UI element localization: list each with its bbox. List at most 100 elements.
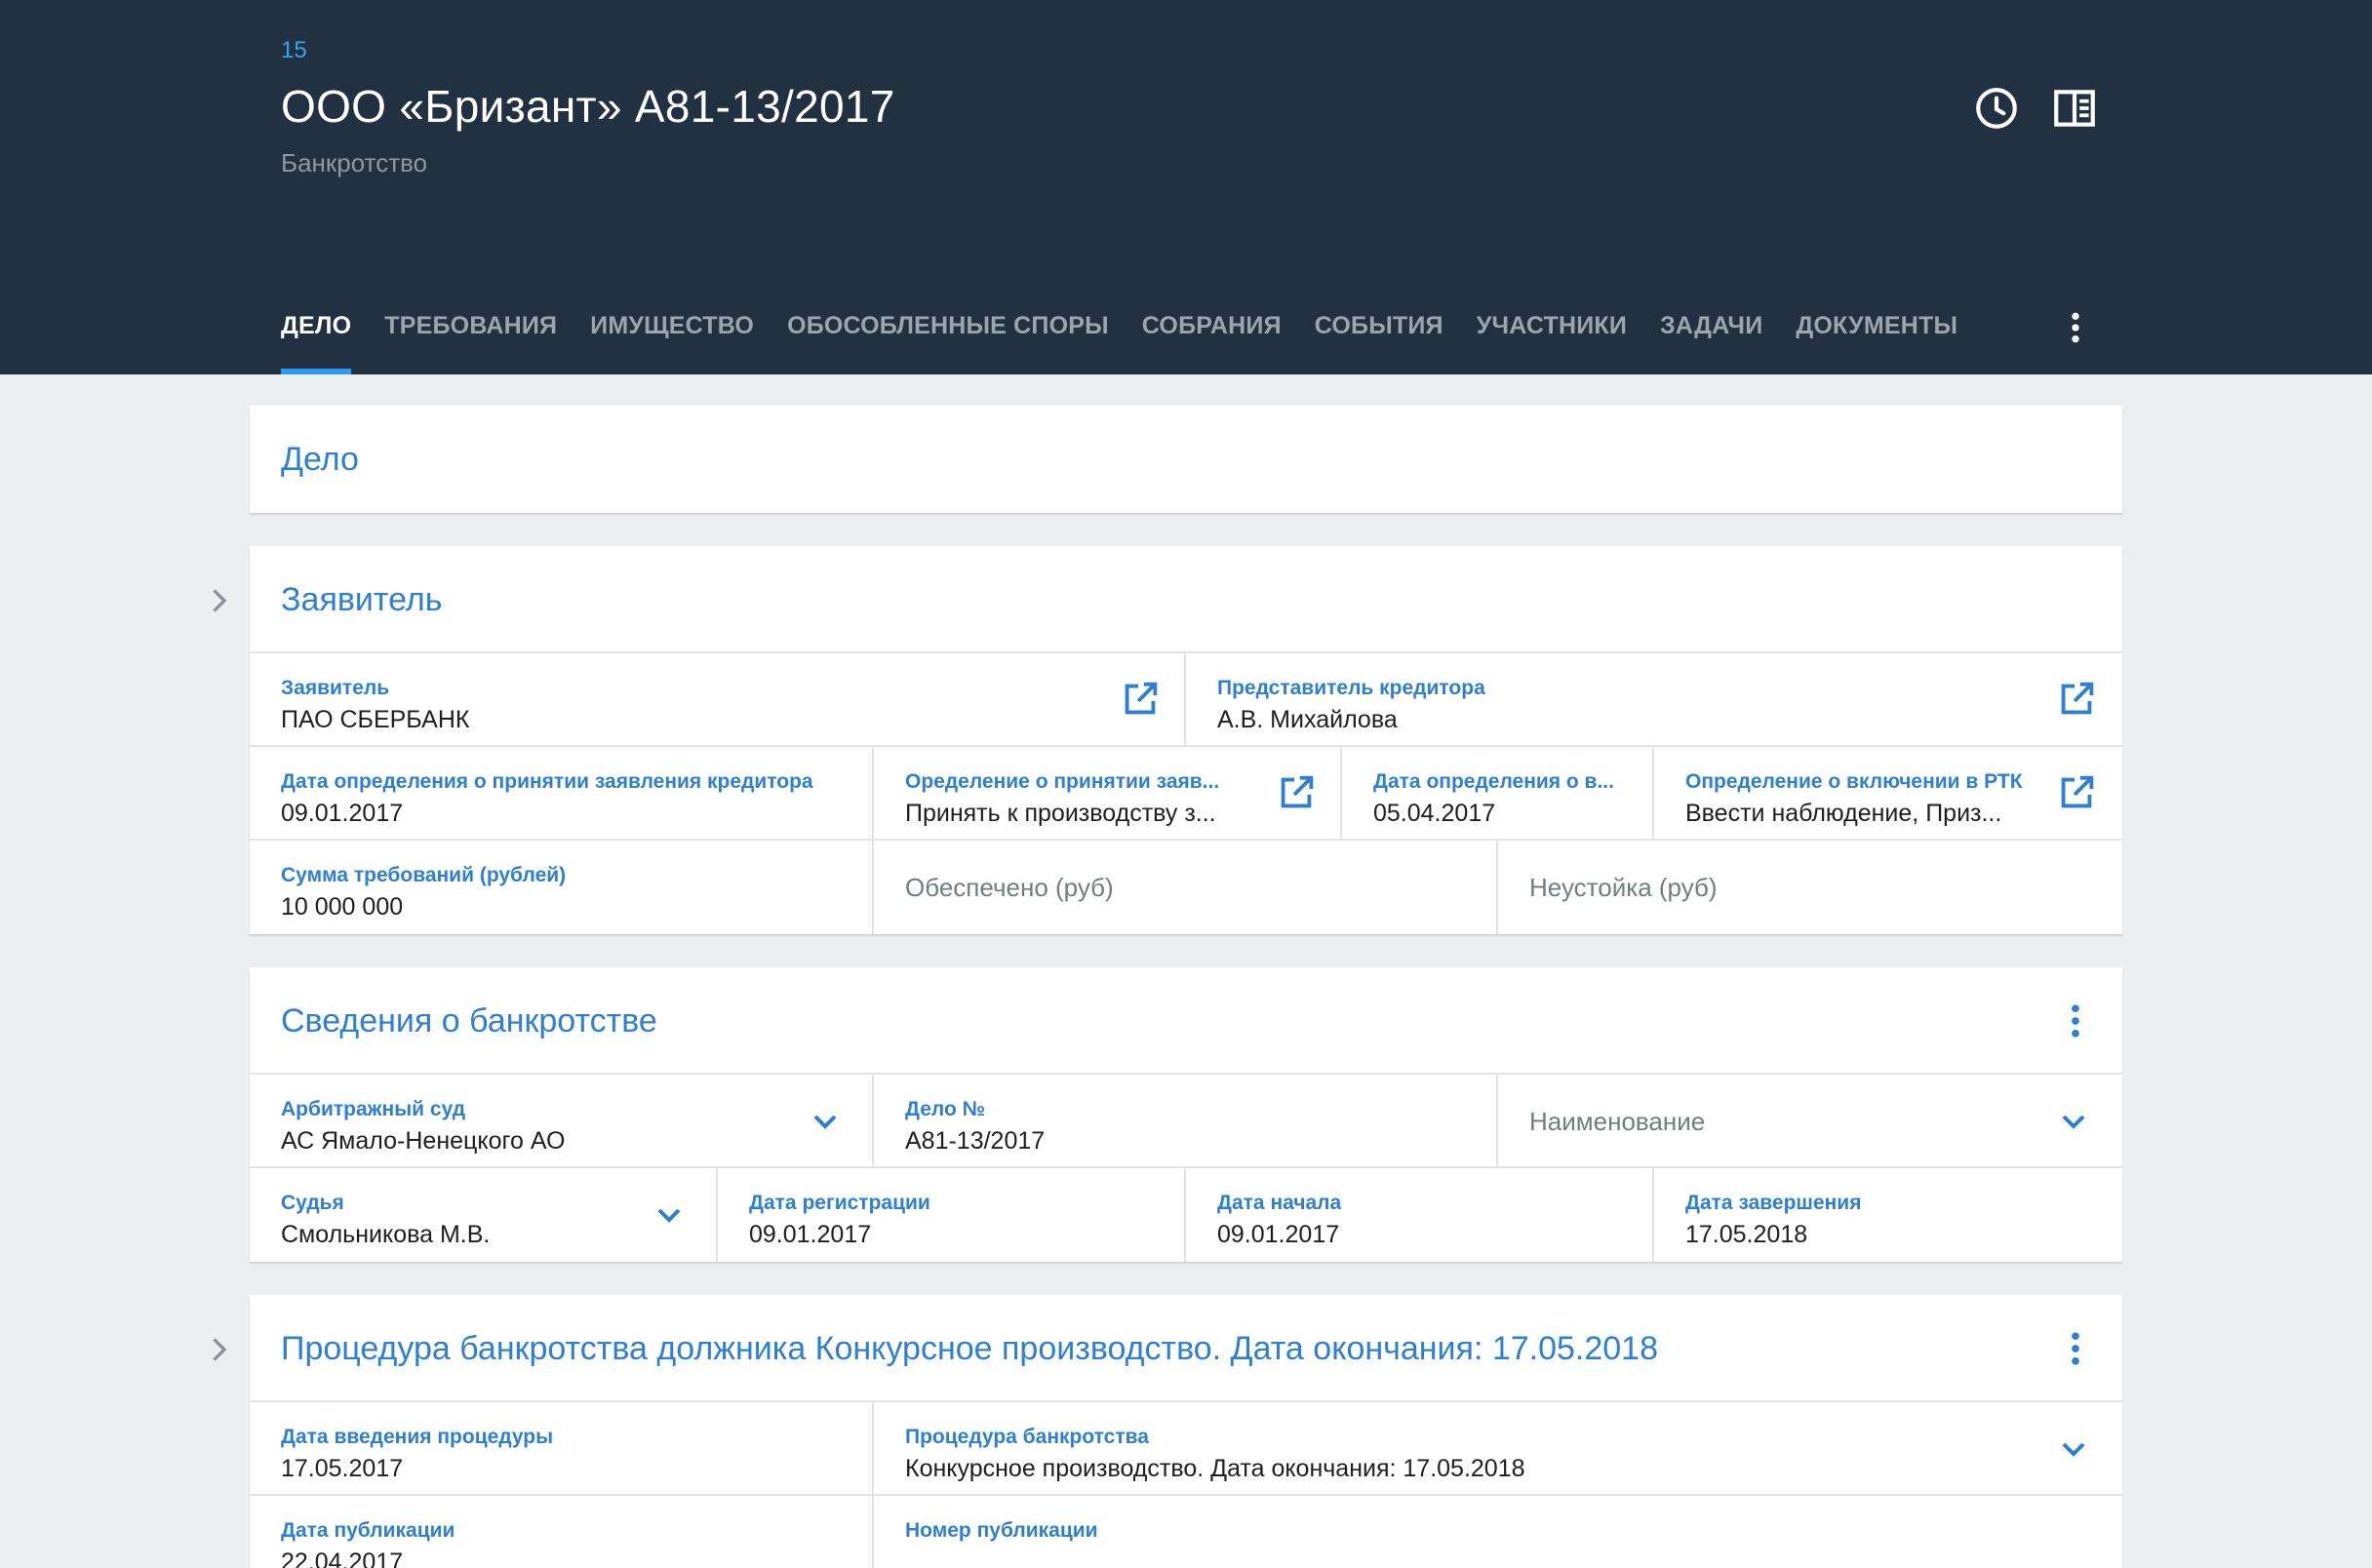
open-in-new-icon[interactable] [1118, 677, 1163, 722]
section-title: Дело [281, 441, 359, 478]
field-label: Дата определения о в... [1373, 770, 1614, 793]
tab-uchastniki[interactable]: УЧАСТНИКИ [1477, 293, 1627, 374]
field-value: Принять к производству з... [905, 800, 1216, 827]
chevron-down-icon[interactable] [2054, 1102, 2093, 1141]
field-value: 17.05.2017 [281, 1455, 404, 1482]
clock-icon[interactable] [1972, 84, 2021, 133]
field-value: А.В. Михайлова [1217, 706, 1398, 733]
field-label: Дата определения о принятии заявления кр… [281, 770, 813, 793]
field-label: Дело № [905, 1098, 986, 1120]
field-publication-date[interactable]: Дата публикации 22.04.2017 [250, 1496, 874, 1568]
tab-imushchestvo[interactable]: ИМУЩЕСТВО [590, 293, 754, 374]
field-value: 09.01.2017 [749, 1221, 872, 1248]
chevron-right-icon[interactable] [201, 583, 236, 618]
card-applicant: Заявитель Заявитель ПАО СБЕРБАНК Предста… [250, 546, 2122, 934]
field-value: Смольникова М.В. [281, 1221, 491, 1248]
field-label: Дата регистрации [749, 1192, 930, 1214]
section-title: Процедура банкротства должника Конкурсно… [281, 1330, 1658, 1367]
field-case-number[interactable]: Дело № А81-13/2017 [874, 1075, 1498, 1168]
form-row: Сумма требований (рублей) 10 000 000 Обе… [250, 841, 2122, 934]
open-in-new-icon[interactable] [2054, 677, 2099, 722]
field-procedure-intro-date[interactable]: Дата введения процедуры 17.05.2017 [250, 1402, 874, 1496]
field-value: 09.01.2017 [1217, 1221, 1340, 1248]
tab-dokumenty[interactable]: ДОКУМЕНТЫ [1796, 293, 1957, 374]
tab-zadachi[interactable]: ЗАДАЧИ [1660, 293, 1762, 374]
field-value: 10 000 000 [281, 893, 404, 921]
form-row: Судья Смольникова М.В. Дата регистрации … [250, 1168, 2122, 1262]
field-claim-amount[interactable]: Сумма требований (рублей) 10 000 000 [250, 841, 874, 934]
side-panel-icon[interactable] [2050, 84, 2099, 133]
section-title: Заявитель [281, 581, 443, 618]
form-row: Дата публикации 22.04.2017 Номер публика… [250, 1496, 2122, 1568]
field-end-date[interactable]: Дата завершения 17.05.2018 [1654, 1168, 2122, 1262]
page-subtitle: Банкротство [281, 148, 428, 177]
field-label: Определение о включении в РТК [1685, 770, 2023, 793]
tab-trebovaniya[interactable]: ТРЕБОВАНИЯ [384, 293, 557, 374]
field-secured[interactable]: Обеспечено (руб) [874, 841, 1498, 934]
app-header: 15 ООО «Бризант» А81-13/2017 Банкротство… [0, 0, 2372, 374]
field-bankruptcy-procedure[interactable]: Процедура банкротства Конкурсное произво… [874, 1402, 2122, 1496]
field-arbitration-court[interactable]: Арбитражный суд АС Ямало-Ненецкого АО [250, 1075, 874, 1168]
field-value: 09.01.2017 [281, 800, 404, 827]
field-label: Заявитель [281, 677, 390, 699]
case-number: 15 [281, 37, 307, 63]
chevron-down-icon[interactable] [650, 1196, 689, 1235]
field-def-include[interactable]: Определение о включении в РТК Ввести наб… [1654, 747, 2122, 841]
field-label: Дата завершения [1685, 1192, 1862, 1214]
open-in-new-icon[interactable] [2054, 770, 2099, 815]
field-date-def[interactable]: Дата определения о в... 05.04.2017 [1342, 747, 1654, 841]
field-penalty[interactable]: Неустойка (руб) [1498, 841, 2122, 934]
field-start-date[interactable]: Дата начала 09.01.2017 [1186, 1168, 1654, 1262]
field-def-accept[interactable]: Оределение о принятии заяв... Принять к … [874, 747, 1342, 841]
chevron-right-icon[interactable] [201, 1332, 236, 1367]
field-label: Оределение о принятии заяв... [905, 770, 1220, 793]
form-row: Заявитель ПАО СБЕРБАНК Представитель кре… [250, 653, 2122, 747]
field-label: Дата начала [1217, 1192, 1342, 1214]
tab-obosoblennye-spory[interactable]: ОБОСОБЛЕННЫЕ СПОРЫ [787, 293, 1109, 374]
field-label: Представитель кредитора [1217, 677, 1485, 699]
field-label: Арбитражный суд [281, 1098, 466, 1120]
more-vert-icon[interactable] [2054, 1327, 2097, 1370]
chevron-down-icon[interactable] [806, 1102, 845, 1141]
field-value: АС Ямало-Ненецкого АО [281, 1127, 566, 1155]
page-title: ООО «Бризант» А81-13/2017 [281, 81, 895, 132]
field-creditor-rep[interactable]: Представитель кредитора А.В. Михайлова [1186, 653, 2122, 747]
card-delo: Дело [250, 406, 2122, 513]
open-in-new-icon[interactable] [1274, 770, 1319, 815]
field-label: Судья [281, 1192, 344, 1214]
field-date-accept[interactable]: Дата определения о принятии заявления кр… [250, 747, 874, 841]
field-value: 05.04.2017 [1373, 800, 1496, 827]
chevron-down-icon[interactable] [2054, 1430, 2093, 1469]
field-value: 22.04.2017 [281, 1548, 404, 1568]
field-placeholder: Неустойка (руб) [1529, 873, 1718, 902]
tab-sobytiya[interactable]: СОБЫТИЯ [1315, 293, 1443, 374]
field-value: Конкурсное производство. Дата окончания:… [905, 1455, 1525, 1482]
field-registration-date[interactable]: Дата регистрации 09.01.2017 [718, 1168, 1186, 1262]
card-header: Сведения о банкротстве [250, 967, 2122, 1075]
form-row: Дата определения о принятии заявления кр… [250, 747, 2122, 841]
tab-delo[interactable]: ДЕЛО [281, 293, 352, 374]
card-bankruptcy-info: Сведения о банкротстве Арбитражный суд А… [250, 967, 2122, 1262]
field-judge[interactable]: Судья Смольникова М.В. [250, 1168, 718, 1262]
field-value: ПАО СБЕРБАНК [281, 706, 470, 733]
field-value: Ввести наблюдение, Приз... [1685, 800, 2002, 827]
card-header: Дело [250, 406, 2122, 513]
field-label: Дата введения процедуры [281, 1426, 554, 1448]
field-applicant[interactable]: Заявитель ПАО СБЕРБАНК [250, 653, 1186, 747]
field-publication-number[interactable]: Номер публикации [874, 1496, 2122, 1568]
tab-bar: ДЕЛО ТРЕБОВАНИЯ ИМУЩЕСТВО ОБОСОБЛЕННЫЕ С… [281, 293, 1991, 374]
form-row: Арбитражный суд АС Ямало-Ненецкого АО Де… [250, 1075, 2122, 1168]
field-label: Номер публикации [905, 1519, 1098, 1542]
more-vert-icon[interactable] [2056, 308, 2095, 347]
more-vert-icon[interactable] [2054, 1000, 2097, 1042]
field-placeholder: Наименование [1529, 1107, 1706, 1136]
form-row: Дата введения процедуры 17.05.2017 Проце… [250, 1402, 2122, 1496]
field-value: А81-13/2017 [905, 1127, 1046, 1155]
field-label: Процедура банкротства [905, 1426, 1149, 1448]
field-label: Дата публикации [281, 1519, 455, 1542]
field-value: 17.05.2018 [1685, 1221, 1808, 1248]
field-name[interactable]: Наименование [1498, 1075, 2122, 1168]
card-header: Процедура банкротства должника Конкурсно… [250, 1295, 2122, 1402]
field-label: Сумма требований (рублей) [281, 864, 567, 886]
tab-sobraniya[interactable]: СОБРАНИЯ [1142, 293, 1282, 374]
